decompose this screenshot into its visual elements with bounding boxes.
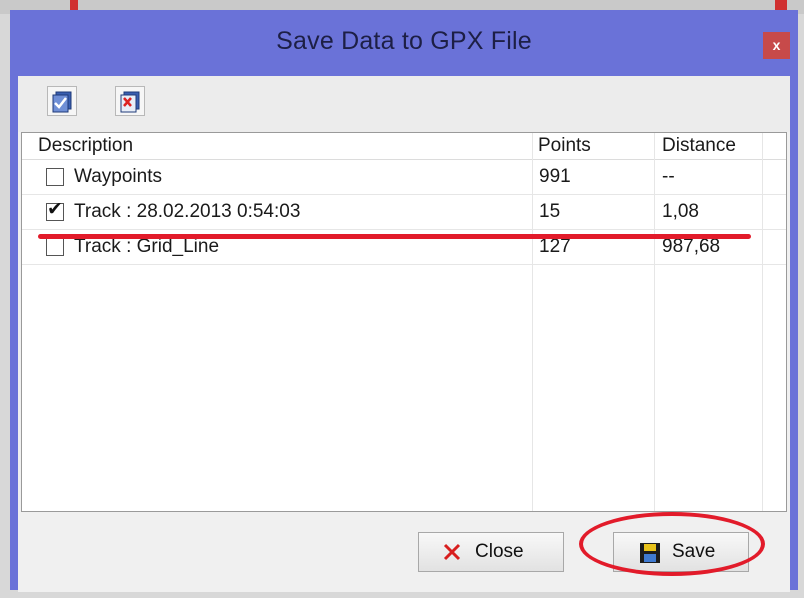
column-header-distance[interactable]: Distance xyxy=(656,133,736,159)
column-header-points[interactable]: Points xyxy=(532,133,591,159)
row-distance: 1,08 xyxy=(662,201,699,222)
table-row[interactable]: ✔ Track : 28.02.2013 0:54:03 15 1,08 xyxy=(22,195,786,230)
title-bar[interactable]: Save Data to GPX File x xyxy=(10,10,798,76)
column-header-description[interactable]: Description xyxy=(32,133,133,159)
row-distance: -- xyxy=(662,166,675,187)
close-window-button[interactable]: x xyxy=(763,32,790,59)
table-row[interactable]: Waypoints 991 -- xyxy=(22,160,786,195)
uncheck-all-button[interactable] xyxy=(115,86,145,116)
toolbar xyxy=(18,76,790,132)
row-points: 991 xyxy=(539,166,571,187)
annotation-circle xyxy=(579,512,765,576)
row-checkbox[interactable] xyxy=(46,168,64,186)
close-button-label: Close xyxy=(475,541,524,562)
row-description: Waypoints xyxy=(74,166,162,187)
row-checkbox[interactable] xyxy=(46,238,64,256)
save-gpx-dialog: Save Data to GPX File x Description Poin… xyxy=(10,10,798,592)
checkmark-icon: ✔ xyxy=(47,199,63,220)
row-description: Track : 28.02.2013 0:54:03 xyxy=(74,201,301,222)
close-x-icon xyxy=(443,543,461,561)
dialog-title: Save Data to GPX File xyxy=(276,27,532,55)
row-checkbox[interactable]: ✔ xyxy=(46,199,64,221)
check-all-button[interactable] xyxy=(47,86,77,116)
list-header: Description Points Distance xyxy=(22,133,786,160)
annotation-underline xyxy=(38,234,751,239)
track-list[interactable]: Description Points Distance Waypoints 99… xyxy=(21,132,787,512)
background-mark xyxy=(775,0,787,10)
close-button[interactable]: Close xyxy=(418,532,564,572)
uncheck-all-icon xyxy=(120,91,140,113)
background-mark xyxy=(70,0,78,10)
check-all-icon xyxy=(52,91,72,113)
row-points: 15 xyxy=(539,201,561,222)
